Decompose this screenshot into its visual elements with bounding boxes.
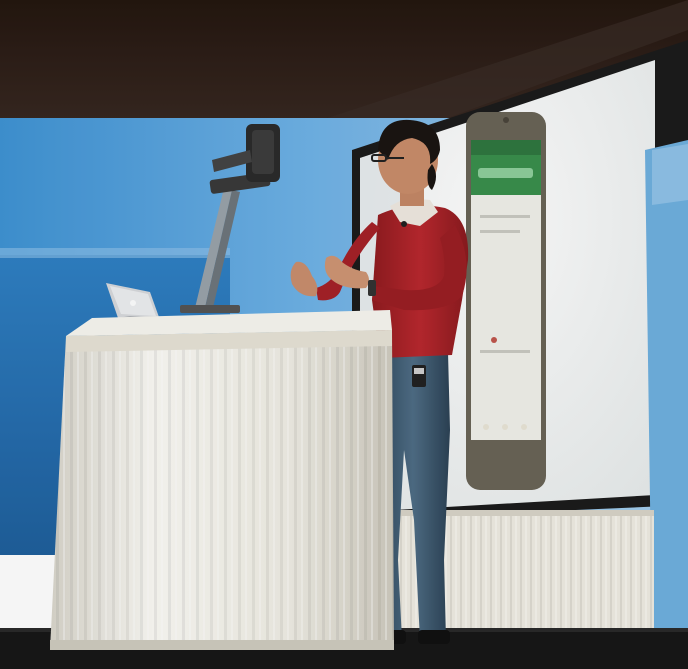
stage-photo bbox=[0, 0, 688, 669]
stage-scene bbox=[0, 0, 688, 669]
